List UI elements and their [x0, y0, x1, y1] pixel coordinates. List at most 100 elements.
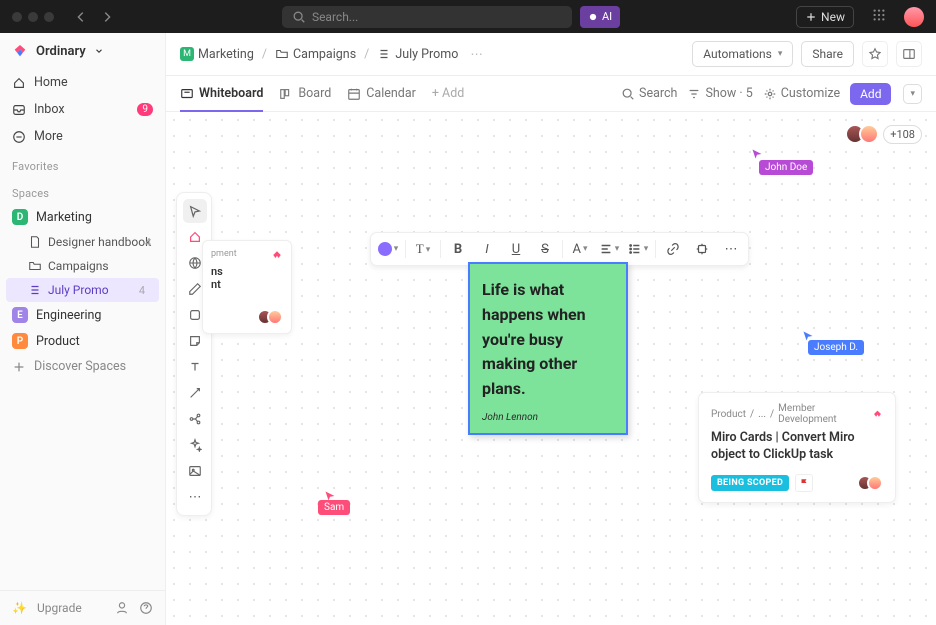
sticky-quote[interactable]: Life is what happens when you're busy ma… — [482, 278, 614, 402]
sidebar-item-more[interactable]: More — [0, 123, 165, 150]
align-button[interactable]: ▾ — [595, 236, 623, 262]
tool-select[interactable] — [183, 199, 207, 223]
presence-avatars[interactable]: +108 — [851, 124, 922, 144]
space-product[interactable]: P Product — [0, 328, 165, 354]
tab-calendar[interactable]: Calendar — [347, 76, 416, 111]
search-placeholder: Search... — [312, 10, 358, 24]
star-icon[interactable] — [862, 41, 888, 67]
ai-icon — [588, 12, 598, 22]
new-button[interactable]: New — [796, 6, 854, 28]
underline-button[interactable]: U — [502, 236, 530, 262]
tool-ai[interactable] — [183, 433, 207, 457]
workspace-name: Ordinary — [36, 44, 86, 59]
person-icon[interactable] — [115, 601, 129, 615]
calendar-icon — [347, 87, 361, 101]
crumb-july-promo[interactable]: July Promo — [377, 47, 458, 62]
discover-spaces[interactable]: Discover Spaces — [0, 354, 165, 379]
layout-icon[interactable] — [896, 41, 922, 67]
space-badge: E — [12, 307, 28, 323]
format-toolbar: ▾ T▾ B I U S A▾ ▾ ▾ ⋯ — [370, 232, 749, 266]
apps-icon[interactable] — [872, 8, 886, 26]
inbox-badge: 9 — [137, 103, 153, 116]
tool-mindmap[interactable] — [183, 407, 207, 431]
ai-button[interactable]: AI — [580, 6, 620, 28]
crumb-more-icon[interactable]: ⋯ — [470, 46, 483, 62]
list-icon — [28, 283, 42, 297]
list-button[interactable]: ▾ — [624, 236, 652, 262]
cursor-label: John Doe — [759, 160, 813, 175]
sticky-note[interactable]: Life is what happens when you're busy ma… — [468, 262, 628, 435]
sticky-author: John Lennon — [482, 412, 614, 423]
customize-button[interactable]: Customize — [763, 86, 840, 101]
crumb-marketing[interactable]: MMarketing — [180, 47, 254, 62]
add-button[interactable]: Add — [850, 83, 891, 105]
cursor-label: Sam — [318, 500, 350, 515]
share-button[interactable]: Share — [801, 41, 854, 67]
window-controls[interactable] — [12, 12, 54, 22]
tool-more[interactable]: ⋯ — [183, 485, 207, 509]
task-card[interactable]: Product/ .../ Member Development Miro Ca… — [698, 392, 896, 503]
unlink-button[interactable] — [688, 236, 716, 262]
tool-text[interactable] — [183, 355, 207, 379]
task-card[interactable]: pment ns nt — [202, 240, 292, 334]
help-icon[interactable] — [139, 601, 153, 615]
board-icon — [279, 87, 293, 101]
clickup-icon — [872, 408, 883, 420]
favorites-label: Favorites — [0, 150, 165, 177]
remote-cursor: John Doe — [751, 148, 805, 163]
status-badge[interactable]: BEING SCOPED — [711, 475, 789, 491]
more-format-button[interactable]: ⋯ — [717, 236, 745, 262]
sidebar-item-label: Home — [34, 75, 68, 90]
nav-back-icon[interactable] — [70, 7, 92, 27]
tool-image[interactable] — [183, 459, 207, 483]
strike-button[interactable]: S — [531, 236, 559, 262]
upgrade-button[interactable]: Upgrade — [37, 601, 82, 615]
doc-icon — [28, 235, 42, 249]
avatar-overflow[interactable]: +108 — [883, 125, 922, 144]
space-marketing[interactable]: D Marketing — [0, 204, 165, 230]
titlebar: Search... AI New — [0, 0, 936, 33]
search-input[interactable]: Search... — [282, 6, 572, 28]
show-button[interactable]: Show · 5 — [687, 86, 752, 101]
space-engineering[interactable]: E Engineering — [0, 302, 165, 328]
user-avatar[interactable] — [904, 7, 924, 27]
tab-board[interactable]: Board — [279, 76, 331, 111]
tree-designer-handbook[interactable]: Designer handbook 4 — [0, 230, 165, 254]
color-picker[interactable]: ▾ — [374, 236, 402, 262]
sidebar-item-label: Inbox — [34, 102, 65, 117]
avatar — [267, 309, 283, 325]
text-color-button[interactable]: A▾ — [566, 236, 594, 262]
clickup-icon — [271, 249, 283, 261]
crumb-campaigns[interactable]: Campaigns — [275, 47, 356, 62]
breadcrumb: MMarketing / Campaigns / July Promo ⋯ Au… — [166, 33, 936, 76]
font-picker[interactable]: T▾ — [409, 236, 437, 262]
search-view-button[interactable]: Search — [621, 86, 677, 101]
italic-button[interactable]: I — [473, 236, 501, 262]
tab-add[interactable]: + Add — [432, 76, 464, 111]
filter-icon — [687, 87, 701, 101]
nav-forward-icon[interactable] — [96, 7, 118, 27]
space-label: Engineering — [36, 308, 101, 323]
workspace-switcher[interactable]: Ordinary — [0, 33, 165, 69]
flag-icon[interactable] — [795, 474, 813, 492]
bold-button[interactable]: B — [444, 236, 472, 262]
cursor-label: Joseph D. — [808, 340, 864, 355]
link-button[interactable] — [659, 236, 687, 262]
tool-connector[interactable] — [183, 381, 207, 405]
avatar — [867, 475, 883, 491]
tab-whiteboard[interactable]: Whiteboard — [180, 76, 263, 111]
automations-button[interactable]: Automations▾ — [692, 41, 793, 67]
add-dropdown[interactable]: ▾ — [903, 84, 922, 104]
tree-label: Designer handbook — [48, 235, 151, 249]
upgrade-icon: ✨ — [12, 601, 27, 615]
view-tabs: Whiteboard Board Calendar + Add Search S… — [166, 76, 936, 112]
sidebar-item-label: More — [34, 129, 63, 144]
tree-july-promo[interactable]: July Promo 4 — [6, 278, 159, 302]
tree-campaigns[interactable]: Campaigns — [0, 254, 165, 278]
search-icon — [292, 10, 306, 24]
space-badge: P — [12, 333, 28, 349]
sidebar-item-home[interactable]: Home — [0, 69, 165, 96]
whiteboard-canvas[interactable]: +108 John Doe Joseph D. Sam — [166, 112, 936, 625]
sidebar-item-inbox[interactable]: Inbox 9 — [0, 96, 165, 123]
card-title: Miro Cards | Convert Miro object to Clic… — [711, 430, 883, 464]
